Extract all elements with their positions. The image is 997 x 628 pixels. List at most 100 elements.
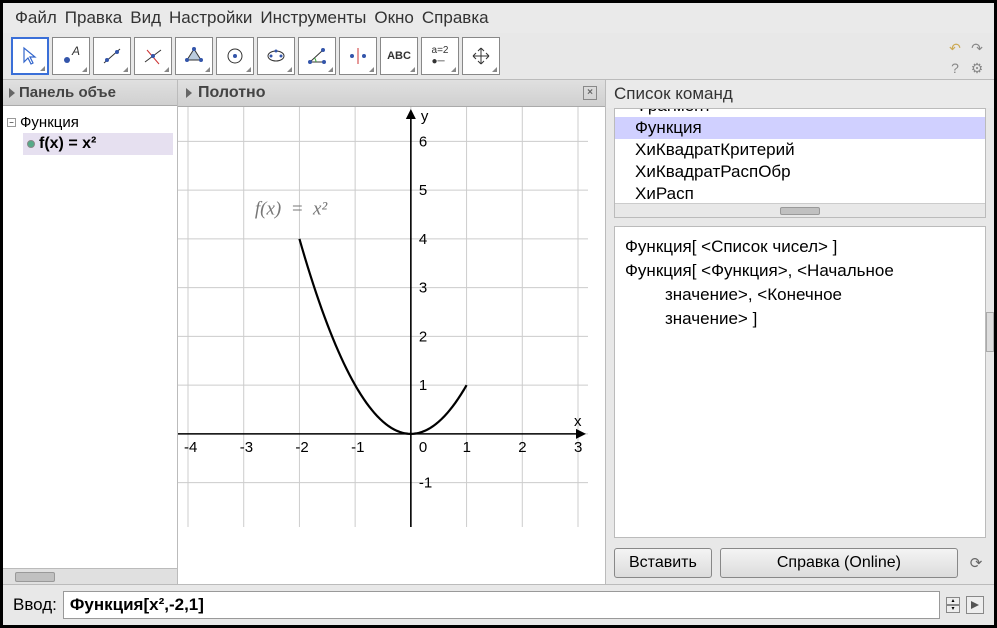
svg-text:6: 6 (419, 133, 427, 150)
settings-icon[interactable]: ⚙ (968, 59, 986, 77)
tree-root-label: Функция (20, 114, 79, 131)
svg-text:-3: -3 (240, 439, 253, 456)
close-panel-button[interactable]: × (583, 86, 597, 100)
text-icon: ABC (387, 50, 411, 62)
command-list[interactable]: ФрагментФункцияХиКвадратКритерийХиКвадра… (614, 108, 986, 218)
commands-title: Список команд (606, 80, 994, 108)
command-item[interactable]: ХиКвадратРаспОбр (615, 161, 985, 183)
svg-text:0: 0 (419, 439, 427, 456)
refresh-icon[interactable]: ⟳ (966, 553, 986, 573)
svg-text:1: 1 (419, 377, 427, 394)
input-label: Ввод: (13, 595, 57, 615)
angle-icon (307, 46, 327, 66)
syntax-line: Функция[ <Список чисел> ] (625, 235, 975, 259)
menu-tools[interactable]: Инструменты (258, 7, 368, 29)
tool-reflect[interactable] (339, 37, 377, 75)
svg-text:x: x (574, 413, 582, 430)
command-buttons: Вставить Справка (Online) ⟳ (606, 542, 994, 584)
svg-text:2: 2 (518, 439, 526, 456)
tool-move-view[interactable] (462, 37, 500, 75)
svg-text:-1: -1 (351, 439, 364, 456)
graphics-title: Полотно (198, 84, 265, 102)
reflect-icon (348, 46, 368, 66)
graphics-header: Полотно × (178, 80, 605, 107)
tool-ellipse[interactable] (257, 37, 295, 75)
help-icon[interactable]: ? (946, 59, 964, 77)
syntax-line: значение> ] (625, 307, 975, 331)
command-item[interactable]: ХиРасп (615, 183, 985, 205)
input-bar: Ввод: ▴▾ (3, 584, 994, 625)
history-spinner[interactable]: ▴▾ (946, 597, 960, 613)
menu-file[interactable]: Файл (13, 7, 59, 29)
app-window: Файл Правка Вид Настройки Инструменты Ок… (0, 0, 997, 628)
cursor-icon (20, 46, 40, 66)
svg-text:f(x) = x²: f(x) = x² (255, 199, 328, 220)
tool-angle[interactable] (298, 37, 336, 75)
coordinate-plane: -4 -3 -2 -1 1 2 3 -1 1 2 3 4 5 6 0 x y f(x) = x² (178, 107, 588, 527)
menu-window[interactable]: Окно (372, 7, 416, 29)
point-icon: A (61, 46, 81, 66)
command-item[interactable]: Фрагмент (615, 108, 985, 117)
object-tree: − Функция f(x) = x² (3, 106, 177, 568)
tool-slider[interactable]: a=2●─ (421, 37, 459, 75)
tree-item-label: f(x) = x² (39, 135, 96, 153)
execute-button[interactable] (966, 596, 984, 614)
svg-text:y: y (421, 108, 429, 125)
tool-polygon[interactable] (175, 37, 213, 75)
polygon-icon (184, 46, 204, 66)
commands-panel: Список команд ФрагментФункцияХиКвадратКр… (606, 80, 994, 584)
line-icon (102, 46, 122, 66)
command-item[interactable]: ХиКвадратКритерий (615, 139, 985, 161)
command-input[interactable] (63, 591, 940, 619)
menu-view[interactable]: Вид (128, 7, 163, 29)
perpendicular-icon (143, 46, 163, 66)
menubar: Файл Правка Вид Настройки Инструменты Ок… (3, 3, 994, 33)
menu-help[interactable]: Справка (420, 7, 491, 29)
syntax-line: значение>, <Конечное (625, 283, 975, 307)
insert-button[interactable]: Вставить (614, 548, 712, 578)
graphics-canvas[interactable]: -4 -3 -2 -1 1 2 3 -1 1 2 3 4 5 6 0 x y f(x) = x² (178, 107, 605, 584)
svg-text:-4: -4 (184, 439, 197, 456)
graphics-panel: Полотно × -4 -3 -2 -1 1 2 3 -1 1 2 3 4 5 6 0 x y f(x) = x… (178, 80, 606, 584)
cmd-scrollbar[interactable] (615, 203, 985, 217)
menu-edit[interactable]: Правка (63, 7, 124, 29)
main-area: Панель объе − Функция f(x) = x² Полотно (3, 80, 994, 584)
toolbar-right: ↶ ↷ ? ⚙ (946, 39, 986, 77)
svg-text:-2: -2 (295, 439, 308, 456)
collapse-icon[interactable] (186, 88, 192, 98)
tree-root-function[interactable]: − Функция (7, 112, 173, 133)
resize-handle[interactable] (986, 312, 994, 352)
svg-text:3: 3 (419, 280, 427, 297)
tool-circle[interactable] (216, 37, 254, 75)
tool-point[interactable]: A (52, 37, 90, 75)
play-icon (970, 600, 980, 610)
menu-settings[interactable]: Настройки (167, 7, 254, 29)
svg-text:1: 1 (463, 439, 471, 456)
algebra-title: Панель объе (19, 84, 116, 101)
tool-perpendicular[interactable] (134, 37, 172, 75)
svg-text:3: 3 (574, 439, 582, 456)
svg-text:5: 5 (419, 182, 427, 199)
svg-text:4: 4 (419, 231, 427, 248)
svg-text:2: 2 (419, 328, 427, 345)
svg-text:-1: -1 (419, 475, 432, 492)
undo-icon[interactable]: ↶ (946, 39, 964, 57)
collapse-box-icon: − (7, 118, 16, 127)
tree-item-fx[interactable]: f(x) = x² (23, 133, 173, 155)
command-item[interactable]: Функция (615, 117, 985, 139)
move-view-icon (471, 46, 491, 66)
syntax-line: Функция[ <Функция>, <Начальное (625, 259, 975, 283)
algebra-panel-header[interactable]: Панель объе (3, 80, 177, 106)
circle-icon (225, 46, 245, 66)
visibility-dot-icon (27, 140, 35, 148)
tool-text[interactable]: ABC (380, 37, 418, 75)
tool-move[interactable] (11, 37, 49, 75)
ellipse-icon (266, 46, 286, 66)
svg-text:A: A (71, 46, 80, 58)
toolbar: A ABC (3, 33, 994, 80)
help-online-button[interactable]: Справка (Online) (720, 548, 958, 578)
slider-icon: a=2●─ (432, 45, 449, 67)
tool-line[interactable] (93, 37, 131, 75)
algebra-scrollbar[interactable] (3, 568, 177, 584)
redo-icon[interactable]: ↷ (968, 39, 986, 57)
